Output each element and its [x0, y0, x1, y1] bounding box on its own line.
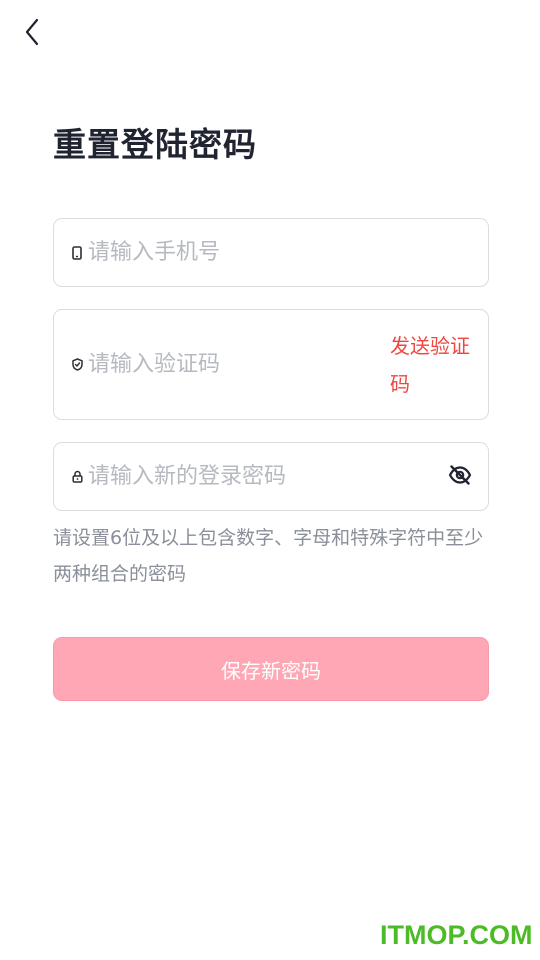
eye-off-icon	[448, 464, 472, 489]
watermark-logo: ITMOP.COM	[380, 920, 533, 950]
back-button[interactable]	[14, 16, 50, 52]
verification-code-input[interactable]	[88, 310, 378, 419]
save-new-password-button[interactable]: 保存新密码	[53, 637, 489, 701]
new-password-input[interactable]	[88, 443, 428, 510]
phone-icon	[71, 245, 83, 260]
shield-check-icon	[71, 358, 83, 372]
new-password-field[interactable]	[53, 442, 489, 511]
send-code-button[interactable]: 发送验证码	[390, 327, 470, 403]
page-title: 重置登陆密码	[53, 125, 257, 164]
toggle-password-visibility-button[interactable]	[446, 463, 474, 491]
lock-icon	[71, 470, 83, 484]
chevron-left-icon	[23, 18, 41, 50]
reset-password-page: 重置登陆密码 发送验证码	[0, 0, 540, 960]
password-rule-hint: 请设置6位及以上包含数字、字母和特殊字符中至少两种组合的密码	[53, 527, 484, 585]
verification-code-field[interactable]: 发送验证码	[53, 309, 489, 420]
phone-input[interactable]	[88, 219, 468, 286]
phone-field[interactable]	[53, 218, 489, 287]
